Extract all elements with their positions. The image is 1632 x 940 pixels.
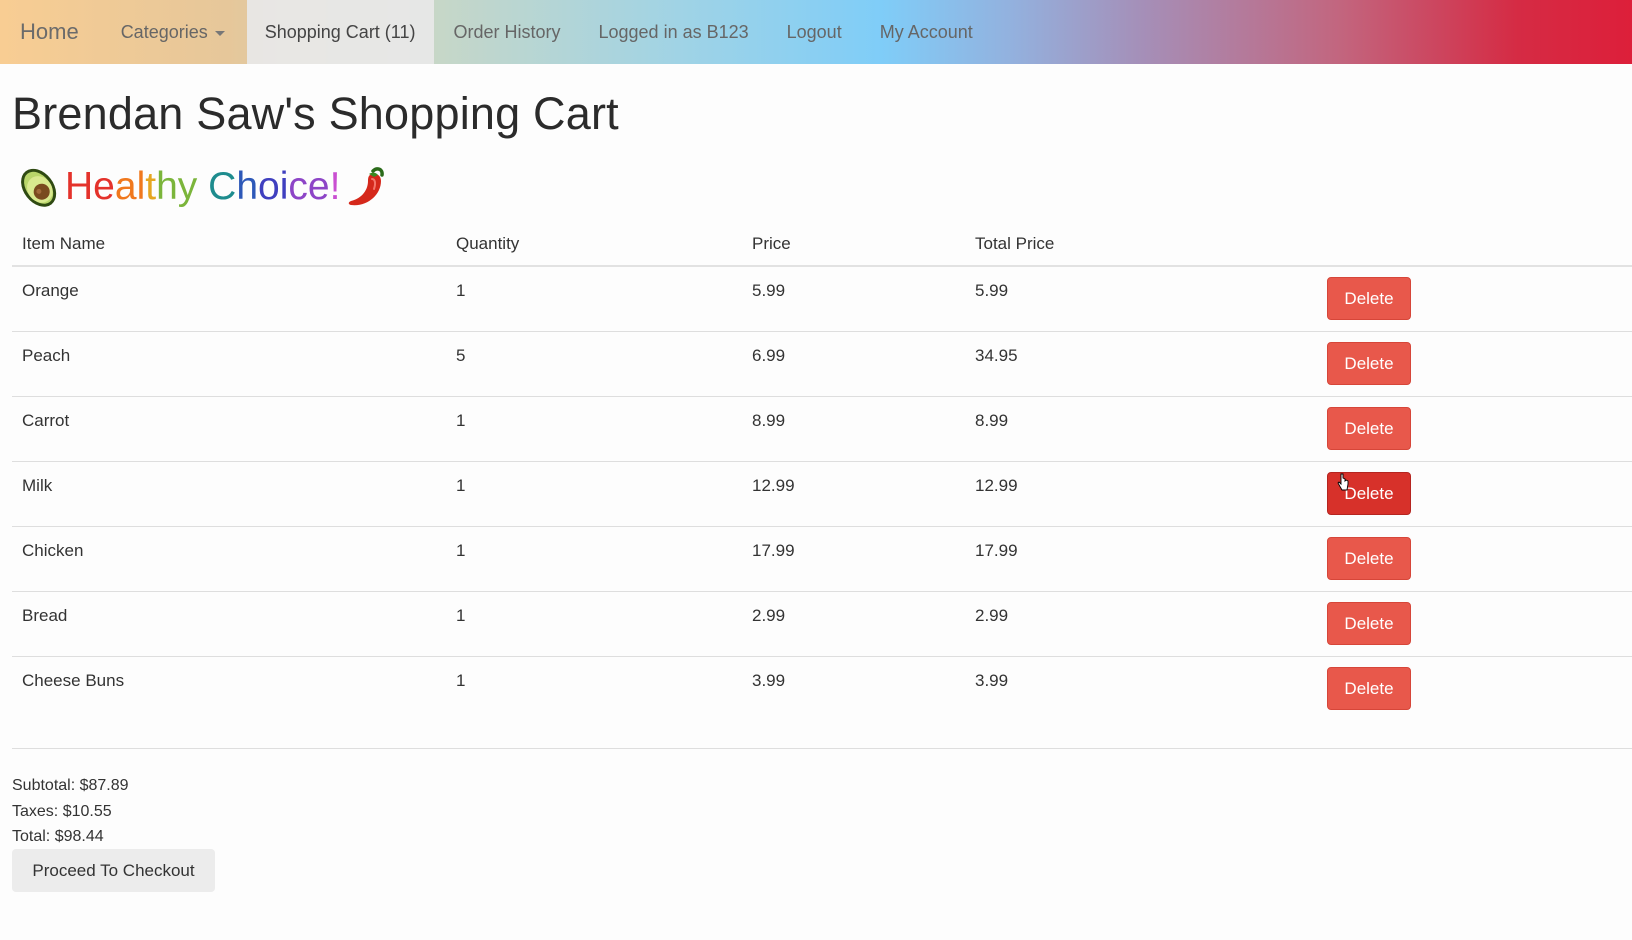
item-name: Cheese Buns [22,671,125,690]
table-row: Bread 1 2.99 2.99 Delete [12,592,1632,657]
item-price: 8.99 [752,411,786,430]
delete-button[interactable]: Delete [1327,537,1411,580]
item-name: Chicken [22,541,84,560]
item-total-price: 3.99 [975,671,1009,690]
order-summary: Subtotal: $87.89 Taxes: $10.55 Total: $9… [12,773,129,850]
header-quantity: Quantity [456,234,520,253]
item-quantity: 1 [456,411,466,430]
table-row: Orange 1 5.99 5.99 Delete [12,267,1632,332]
table-row: Chicken 1 17.99 17.99 Delete [12,527,1632,592]
page-title: Brendan Saw's Shopping Cart [12,88,619,139]
item-name: Carrot [22,411,70,430]
delete-button[interactable]: Delete [1327,342,1411,385]
nav-order-history-link[interactable]: Order History [434,0,579,64]
item-total-price: 34.95 [975,346,1018,365]
item-name: Milk [22,476,53,495]
item-total-price: 8.99 [975,411,1009,430]
delete-button[interactable]: Delete [1327,667,1411,710]
item-price: 17.99 [752,541,795,560]
item-total-price: 2.99 [975,606,1009,625]
item-name: Orange [22,281,79,300]
header-total-price: Total Price [975,234,1055,253]
healthy-choice-text: Healthy Choice! [65,165,340,209]
item-price: 2.99 [752,606,786,625]
table-row: Milk 1 12.99 12.99 Delete [12,462,1632,527]
item-name: Bread [22,606,68,625]
item-quantity: 1 [456,281,466,300]
item-price: 5.99 [752,281,786,300]
header-item-name: Item Name [22,234,106,253]
nav-categories-label: Categories [120,21,208,42]
table-header: Item Name Quantity Price Total Price [12,222,1632,267]
delete-button[interactable]: Delete [1327,602,1411,645]
mouse-pointer-icon [1337,473,1349,491]
delete-button[interactable]: Delete [1327,407,1411,450]
item-total-price: 12.99 [975,476,1018,495]
proceed-to-checkout-button[interactable]: Proceed To Checkout [12,849,215,892]
nav-my-account-link[interactable]: My Account [861,0,992,64]
item-quantity: 1 [456,476,466,495]
total-text: Total: $98.44 [12,828,104,845]
nav-categories-dropdown[interactable]: Categories [99,0,245,64]
caret-down-icon [214,30,225,36]
table-row: Carrot 1 8.99 8.99 Delete [12,397,1632,462]
item-quantity: 1 [456,606,466,625]
nav-home-link[interactable]: Home [0,0,99,64]
chili-pepper-icon [349,167,385,206]
item-price: 3.99 [752,671,786,690]
item-quantity: 1 [456,671,466,690]
cart-table: Item Name Quantity Price Total Price Ora… [12,222,1632,749]
table-row: Cheese Buns 1 3.99 3.99 Delete [12,657,1632,749]
item-price: 6.99 [752,346,786,365]
item-total-price: 5.99 [975,281,1009,300]
subtotal-text: Subtotal: $87.89 [12,777,129,794]
header-price: Price [752,234,791,253]
avocado-icon [21,168,57,207]
nav-shopping-cart-link[interactable]: Shopping Cart (11) [246,0,435,64]
table-row: Peach 5 6.99 34.95 Delete [12,332,1632,397]
navbar: Home Categories Shopping Cart (11) Order… [0,0,1632,64]
delete-button[interactable]: Delete [1327,277,1411,320]
item-name: Peach [22,346,71,365]
healthy-choice-label: Healthy Choice! [65,165,341,208]
item-price: 12.99 [752,476,795,495]
item-quantity: 5 [456,346,466,365]
item-quantity: 1 [456,541,466,560]
healthy-choice-banner: Healthy Choice! [14,160,391,214]
taxes-text: Taxes: $10.55 [12,802,112,820]
nav-logged-in-user[interactable]: Logged in as B123 [580,0,768,64]
item-total-price: 17.99 [975,541,1018,560]
nav-logout-link[interactable]: Logout [768,0,861,64]
